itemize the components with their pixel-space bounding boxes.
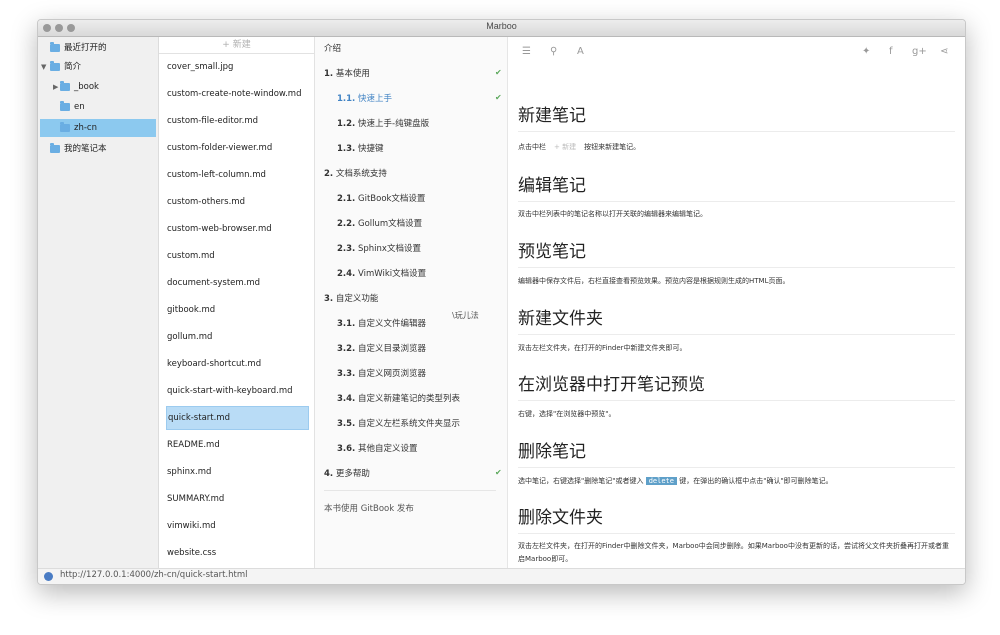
section-heading: 在浏览器中打开笔记预览 xyxy=(518,370,955,401)
file-item[interactable]: quick-start-with-keyboard.md xyxy=(166,380,307,402)
menu-icon[interactable]: ☰ xyxy=(522,46,531,57)
check-icon: ✔ xyxy=(495,93,502,102)
folder-icon xyxy=(60,81,70,91)
folder-icon xyxy=(50,61,60,71)
sidebar-item-notebook[interactable]: 我的笔记本 xyxy=(38,140,158,158)
toc-item[interactable]: 1.3. 快捷键 xyxy=(337,141,384,157)
file-item[interactable]: gitbook.md xyxy=(166,299,307,321)
file-item[interactable]: custom-web-browser.md xyxy=(166,218,307,240)
section-text: 选中笔记，右键选择"删除笔记"或者键入 delete 键，在弹出的确认框中点击"… xyxy=(518,477,833,485)
toc-divider xyxy=(324,490,496,491)
section-text: 点击中栏 + 新建 按钮来新建笔记。 xyxy=(518,143,641,151)
facebook-icon[interactable]: f xyxy=(889,46,893,57)
sidebar-item-en[interactable]: en xyxy=(38,98,158,116)
file-item[interactable]: gollum.md xyxy=(166,326,307,348)
toc-panel: 介绍 1. 基本使用 ✔ 1.1. 快速上手 ✔ 1.2. 快速上手-纯键盘版 … xyxy=(315,37,508,568)
file-item[interactable]: custom-create-note-window.md xyxy=(166,83,307,105)
toc-item[interactable]: 1.2. 快速上手-纯键盘版 xyxy=(337,116,429,132)
file-item[interactable]: cover_small.jpg xyxy=(166,56,307,78)
status-bar: http://127.0.0.1:4000/zh-cn/quick-start.… xyxy=(38,568,965,584)
file-item[interactable]: custom-others.md xyxy=(166,191,307,213)
disclosure-closed-icon[interactable]: ▶ xyxy=(53,78,58,96)
folder-icon xyxy=(50,143,60,153)
sidebar-item-recent[interactable]: 最近打开的 xyxy=(38,39,158,57)
disclosure-open-icon[interactable]: ▼ xyxy=(41,58,46,76)
sidebar-item-zh-cn[interactable]: zh-cn xyxy=(40,119,156,137)
section-heading: 编辑笔记 xyxy=(518,171,955,202)
file-item-selected[interactable]: quick-start.md xyxy=(166,406,309,430)
toc-item[interactable]: 3.2. 自定义目录浏览器 xyxy=(337,341,426,357)
window-title: Marboo xyxy=(486,21,517,31)
section-text: 双击中栏列表中的笔记名称以打开关联的编辑器来编辑笔记。 xyxy=(518,210,707,218)
gitbook-link[interactable]: 本书使用 GitBook 发布 xyxy=(324,501,414,517)
watermark-logo: \玩儿法 xyxy=(452,311,479,320)
file-item[interactable]: document-system.md xyxy=(166,272,307,294)
toc-item[interactable]: 2. 文档系统支持 xyxy=(324,166,387,182)
toc-item[interactable]: 4. 更多帮助 xyxy=(324,466,370,482)
toc-item[interactable]: 1. 基本使用 xyxy=(324,66,370,82)
file-item[interactable]: vimwiki.md xyxy=(166,515,307,537)
check-icon: ✔ xyxy=(495,68,502,77)
section-heading: 预览笔记 xyxy=(518,237,955,268)
status-url: http://127.0.0.1:4000/zh-cn/quick-start.… xyxy=(60,570,248,580)
toc-item[interactable]: 2.4. VimWiki文档设置 xyxy=(337,266,426,282)
folder-icon xyxy=(50,42,60,52)
section-text: 右键，选择"在浏览器中预览"。 xyxy=(518,410,616,418)
toc-item[interactable]: 3. 自定义功能 xyxy=(324,291,378,307)
section-text: 编辑器中保存文件后，右栏直接查看预览效果。预览内容是根据规则生成的HTML页面。 xyxy=(518,277,790,285)
file-item[interactable]: custom-folder-viewer.md xyxy=(166,137,307,159)
search-icon[interactable]: ⚲ xyxy=(550,46,557,57)
section-heading: 删除文件夹 xyxy=(518,503,955,534)
preview-panel: ☰ ⚲ A ✦ f g+ ⋖ 新建笔记 点击中栏 + 新建 按钮来新建笔记。 编辑笔… xyxy=(508,37,965,568)
title-bar: Marboo xyxy=(38,20,965,37)
section-heading: 新建笔记 xyxy=(518,101,955,132)
file-item[interactable]: README.md xyxy=(166,434,307,456)
file-item[interactable]: sphinx.md xyxy=(166,461,307,483)
inline-new-button: + 新建 xyxy=(554,143,577,151)
toc-item[interactable]: 3.1. 自定义文件编辑器 xyxy=(337,316,426,332)
folder-sidebar: 最近打开的 ▼ 简介 ▶ _book en zh-cn 我的笔记本 xyxy=(38,37,159,568)
toc-item[interactable]: 2.3. Sphinx文档设置 xyxy=(337,241,421,257)
toc-item[interactable]: 2.1. GitBook文档设置 xyxy=(337,191,425,207)
folder-icon xyxy=(60,122,70,132)
share-icon[interactable]: ⋖ xyxy=(940,46,948,57)
file-item[interactable]: website.css xyxy=(166,542,307,564)
new-note-button[interactable]: + 新建 xyxy=(159,37,314,54)
toc-intro[interactable]: 介绍 xyxy=(324,41,341,57)
globe-icon xyxy=(44,572,53,581)
font-icon[interactable]: A xyxy=(577,46,584,57)
file-list: + 新建 cover_small.jpg custom-create-note-… xyxy=(159,37,315,568)
section-heading: 删除笔记 xyxy=(518,437,955,468)
inline-code: delete xyxy=(645,477,677,485)
file-item[interactable]: custom.md xyxy=(166,245,307,267)
section-text: 双击左栏文件夹，在打开的Finder中新建文件夹即可。 xyxy=(518,344,687,352)
toc-item[interactable]: 3.4. 自定义新建笔记的类型列表 xyxy=(337,391,460,407)
toc-item-active[interactable]: 1.1. 快速上手 xyxy=(337,91,392,107)
file-item[interactable]: custom-file-editor.md xyxy=(166,110,307,132)
folder-icon xyxy=(60,101,70,111)
section-text: 双击左栏文件夹，在打开的Finder中删除文件夹，Marboo中会同步删除。如果… xyxy=(518,542,949,563)
check-icon: ✔ xyxy=(495,468,502,477)
file-item[interactable]: keyboard-shortcut.md xyxy=(166,353,307,375)
sidebar-item-intro[interactable]: ▼ 简介 xyxy=(38,58,158,76)
file-item[interactable]: custom-left-column.md xyxy=(166,164,307,186)
section-heading: 新建文件夹 xyxy=(518,304,955,335)
twitter-icon[interactable]: ✦ xyxy=(862,46,870,57)
app-window: Marboo 最近打开的 ▼ 简介 ▶ _book en zh-cn 我的笔记本 xyxy=(37,19,966,585)
sidebar-item-book[interactable]: ▶ _book xyxy=(38,78,158,96)
toc-item[interactable]: 3.3. 自定义网页浏览器 xyxy=(337,366,426,382)
google-plus-icon[interactable]: g+ xyxy=(912,46,927,57)
toc-item[interactable]: 3.5. 自定义左栏系统文件夹显示 xyxy=(337,416,460,432)
toc-item[interactable]: 2.2. Gollum文档设置 xyxy=(337,216,422,232)
file-item[interactable]: SUMMARY.md xyxy=(166,488,307,510)
toc-item[interactable]: 3.6. 其他自定义设置 xyxy=(337,441,418,457)
